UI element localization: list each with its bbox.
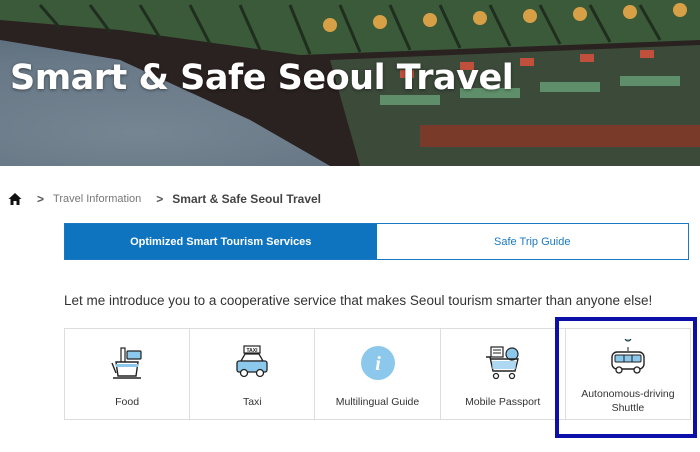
breadcrumb: > Travel Information > Smart & Safe Seou… <box>8 190 321 208</box>
service-taxi[interactable]: TAXI Taxi <box>190 329 316 419</box>
service-label: Mobile Passport <box>465 396 541 408</box>
breadcrumb-separator: > <box>156 192 164 206</box>
service-label: Multilingual Guide <box>335 396 420 408</box>
breadcrumb-separator: > <box>37 192 45 206</box>
breadcrumb-current: Smart & Safe Seoul Travel <box>172 192 322 206</box>
taxi-sign-text: TAXI <box>247 348 259 354</box>
info-glyph: i <box>375 353 381 375</box>
tab-optimized-smart-tourism[interactable]: Optimized Smart Tourism Services <box>65 224 377 259</box>
breadcrumb-travel-information[interactable]: Travel Information <box>53 193 141 205</box>
shopping-cart-icon <box>485 346 519 380</box>
page-title: Smart & Safe Seoul Travel <box>10 58 514 98</box>
service-multilingual-guide[interactable]: i Multilingual Guide <box>315 329 441 419</box>
service-food[interactable]: Food <box>65 329 191 419</box>
intro-text: Let me introduce you to a cooperative se… <box>64 293 653 308</box>
service-autonomous-shuttle[interactable]: Autonomous-driving Shuttle <box>566 329 690 419</box>
info-icon: i <box>360 346 395 380</box>
services-grid: Food TAXI Taxi i Multilingual Guide Mobi… <box>64 328 691 420</box>
service-mobile-passport[interactable]: Mobile Passport <box>441 329 566 419</box>
taxi-icon: TAXI <box>236 345 268 378</box>
tab-safe-trip-guide[interactable]: Safe Trip Guide <box>376 224 688 259</box>
shuttle-bus-icon <box>611 339 645 374</box>
food-icon <box>111 347 142 379</box>
service-label: Autonomous-driving Shuttle <box>581 388 675 414</box>
hero-banner: Smart & Safe Seoul Travel <box>0 0 700 166</box>
service-label: Food <box>115 396 140 408</box>
home-icon[interactable] <box>8 192 22 206</box>
service-label: Taxi <box>242 396 262 408</box>
tab-bar: Optimized Smart Tourism Services Safe Tr… <box>64 223 689 260</box>
